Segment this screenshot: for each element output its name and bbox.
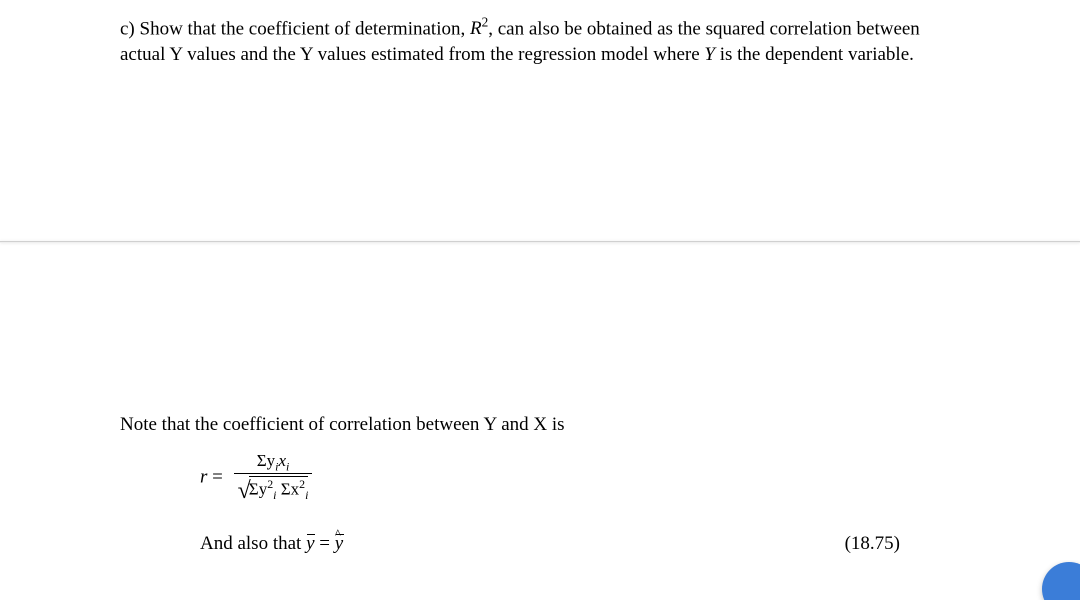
equation-number: (18.75) xyxy=(845,533,900,555)
q-line1b: , can also be obtained as the squared xyxy=(488,18,764,39)
identity-row: And also that y = ^y (18.75) xyxy=(120,533,960,555)
q-line3c: is the dependent variable. xyxy=(715,44,914,65)
section-divider xyxy=(0,241,1080,243)
part-label: c) xyxy=(120,18,135,39)
r-squared-symbol: R2 xyxy=(470,18,488,39)
q-y-var: Y xyxy=(704,44,715,65)
solution-block: Note that the coefficient of correlation… xyxy=(0,414,1080,555)
y-bar-symbol: y xyxy=(306,533,314,555)
note-text: Note that the coefficient of correlation… xyxy=(120,414,960,436)
identity-text: And also that y = ^y xyxy=(200,533,343,555)
q-line1a: Show that the coefficient of determinati… xyxy=(140,18,470,39)
floating-action-button[interactable] xyxy=(1032,560,1080,600)
numerator: Σyixi xyxy=(234,452,313,474)
q-line3a: where xyxy=(653,44,704,65)
question-block: c) Show that the coefficient of determin… xyxy=(0,0,1080,68)
y-hat-symbol: ^y xyxy=(335,533,343,555)
question-text: c) Show that the coefficient of determin… xyxy=(120,14,960,68)
denominator: √Σy2i Σx2i xyxy=(234,474,313,504)
fraction: Σyixi √Σy2i Σx2i xyxy=(234,452,313,505)
correlation-formula: r = Σyixi √Σy2i Σx2i xyxy=(120,452,960,505)
chat-icon xyxy=(1042,562,1080,600)
